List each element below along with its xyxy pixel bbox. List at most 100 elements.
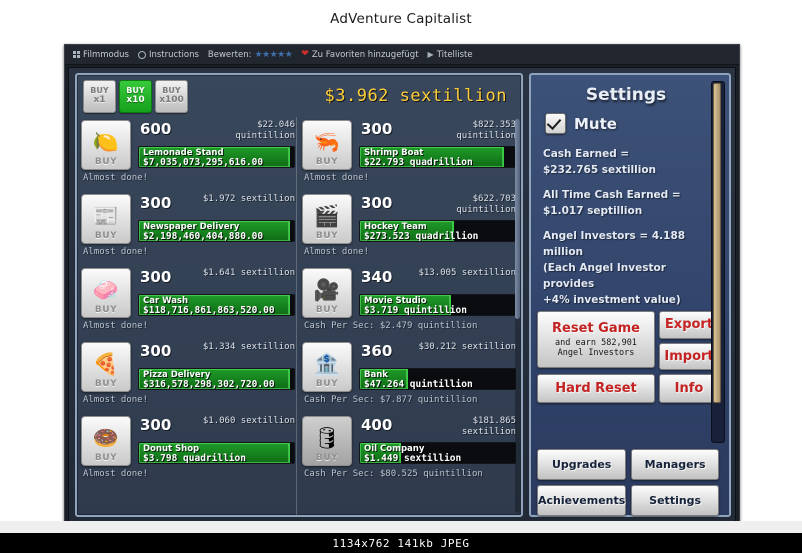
business-buy-button[interactable]: 🍩 BUY [81,416,131,466]
business-row: 🎬 BUY 300 $622.703 quintillion Hockey Team $27… [302,191,516,265]
business-quantity: 300 [361,194,393,212]
rate-label: Bewerten: [207,49,252,60]
buy-x10-top: BUY [126,86,145,95]
mute-toggle[interactable]: Mute [537,113,715,134]
business-buy-button[interactable]: 🎬 BUY [302,194,352,244]
settings-action-buttons: Reset Game and earn 582,901 Angel Invest… [537,311,719,403]
business-cost-line: quintillion [456,205,516,215]
buy-label: BUY [94,157,118,167]
info-label: Info [674,381,704,396]
buy-label: BUY [94,379,118,389]
playlist-button[interactable]: ▶ Titelliste [428,50,473,60]
business-icon: 🦐 [313,129,341,154]
business-buy-button[interactable]: 🍋 BUY [81,120,131,170]
import-button[interactable]: Import [659,342,719,370]
business-quantity: 400 [361,416,393,434]
buy-x100-bottom: x100 [159,95,184,105]
business-quantity: 300 [361,120,393,138]
business-row: 📰 BUY 300 $1.972 sextillion Newspaper Delive… [81,191,295,265]
instructions-button[interactable]: Instructions [137,50,199,60]
buy-x1-top: BUY [90,86,109,95]
business-cost-line: $1.334 sextillion [202,342,295,352]
business-buy-button[interactable]: 🧼 BUY [81,268,131,318]
business-status: Almost done! [304,247,370,257]
cinema-mode-button[interactable]: Filmmodus [73,50,129,60]
business-progress-bar[interactable]: Car Wash $118,716,861,863,520.00 [138,294,295,316]
business-row: 🛢 BUY 400 $181.865 sextillion Oil Company $1.4… [302,413,516,487]
buy-x1-bottom: x1 [93,95,106,105]
business-cost: $1.060 sextillion [203,416,295,427]
business-progress-bar[interactable]: Lemonade Stand $7,035,073,295,616.00 [138,146,295,168]
footer-spacer [0,521,802,533]
business-quantity: 300 [140,268,172,286]
rate-group[interactable]: Bewerten: ★★★★★ [207,49,293,60]
buy-x100-button[interactable]: BUY x100 [155,79,188,113]
buy-label: BUY [315,453,339,463]
business-buy-button[interactable]: 🛢 BUY [302,416,352,466]
business-progress-bar[interactable]: Newspaper Delivery $2,198,460,404,880.00 [138,220,295,242]
business-progress-bar[interactable]: Shrimp Boat $22.793 quadrillion [359,146,516,168]
business-progress-bar[interactable]: Bank $47.264 quintillion [359,368,516,390]
all-time-cash-label: All Time Cash Earned = [543,189,681,201]
business-buy-button[interactable]: 📰 BUY [81,194,131,244]
business-cost: $1.641 sextillion [203,268,295,279]
business-cost-line: $1.972 sextillion [202,194,295,204]
import-label: Import [664,348,714,364]
angel-investors-line1: Angel Investors = 4.188 million [543,230,686,258]
business-cost: $13.005 sextillion [418,268,516,279]
business-amount: $47.264 quintillion [364,379,473,390]
export-label: Export [664,317,714,333]
business-columns: 🍋 BUY 600 $22.046 quintillion Lemonade Stand $… [81,117,519,515]
buy-label: BUY [94,305,118,315]
business-buy-button[interactable]: 🎥 BUY [302,268,352,318]
business-row: 🎥 BUY 340 $13.005 sextillion Movie Studio $3.… [302,265,516,339]
business-buy-button[interactable]: 🏦 BUY [302,342,352,392]
business-progress-bar[interactable]: Hockey Team $273.523 quadrillion [359,220,516,242]
page-title-text: AdVenture Capitalist [330,11,472,27]
favorite-button[interactable]: ❤ Zu Favoriten hinzugefügt [301,50,418,60]
buy-x1-button[interactable]: BUY x1 [83,79,116,113]
business-cost-line: $181.865 [472,416,516,426]
checkbox-checked-icon[interactable] [545,113,566,134]
business-cost-line: $22.046 [257,120,295,130]
business-cost: $181.865 sextillion [462,416,516,438]
buy-x10-bottom: x10 [126,95,145,105]
kong-toolbar: Filmmodus Instructions Bewerten: ★★★★★ ❤… [65,45,739,65]
settings-content: Settings Mute Cash Earned = $232.765 sex… [537,79,715,308]
settings-scrollbar[interactable] [711,81,725,443]
business-cost: $1.334 sextillion [203,342,295,353]
business-cost: $30.212 sextillion [418,342,516,353]
export-button[interactable]: Export [659,311,719,339]
business-progress-bar[interactable]: Oil Company $1.449 sextillion [359,442,516,464]
nav-managers[interactable]: Managers [631,449,719,480]
business-row: 🍋 BUY 600 $22.046 quintillion Lemonade Stand $… [81,117,295,191]
business-quantity: 300 [140,194,172,212]
nav-upgrades[interactable]: Upgrades [537,449,627,480]
business-buy-button[interactable]: 🦐 BUY [302,120,352,170]
business-amount: $22.793 quadrillion [364,157,473,168]
business-scrollbar[interactable] [515,119,520,513]
nav-settings[interactable]: Settings [631,485,719,516]
business-header: BUY x1 BUY x10 BUY x100 $3.962 sextillio… [79,77,519,115]
hard-reset-button[interactable]: Hard Reset [537,374,655,403]
business-amount: $316,578,298,302,720.00 [143,379,275,390]
star-rating-icon[interactable]: ★★★★★ [254,50,292,60]
business-cost-line: $1.060 sextillion [202,416,295,426]
business-amount: $3.798 quadrillion [143,453,246,464]
cash-earned-value: $232.765 sextillion [543,164,657,176]
business-column-right: 🦐 BUY 300 $822.353 quintillion Shrimp Boat $22… [298,117,516,515]
business-progress-bar[interactable]: Movie Studio $3.719 quintillion [359,294,516,316]
play-triangle-icon: ▶ [427,50,434,59]
business-progress-bar[interactable]: Donut Shop $3.798 quadrillion [138,442,295,464]
info-button[interactable]: Info [659,374,719,403]
page-title: AdVenture Capitalist [0,0,802,38]
all-time-cash-value: $1.017 septillion [543,205,643,217]
buy-x10-button[interactable]: BUY x10 [119,79,152,113]
business-progress-bar[interactable]: Pizza Delivery $316,578,298,302,720.00 [138,368,295,390]
business-status: Almost done! [83,395,149,405]
cash-total: $3.962 sextillion [324,86,507,106]
nav-achievements[interactable]: Achievements [537,485,627,516]
business-buy-button[interactable]: 🍕 BUY [81,342,131,392]
reset-game-button[interactable]: Reset Game and earn 582,901 Angel Invest… [537,311,655,368]
buy-label: BUY [315,305,339,315]
